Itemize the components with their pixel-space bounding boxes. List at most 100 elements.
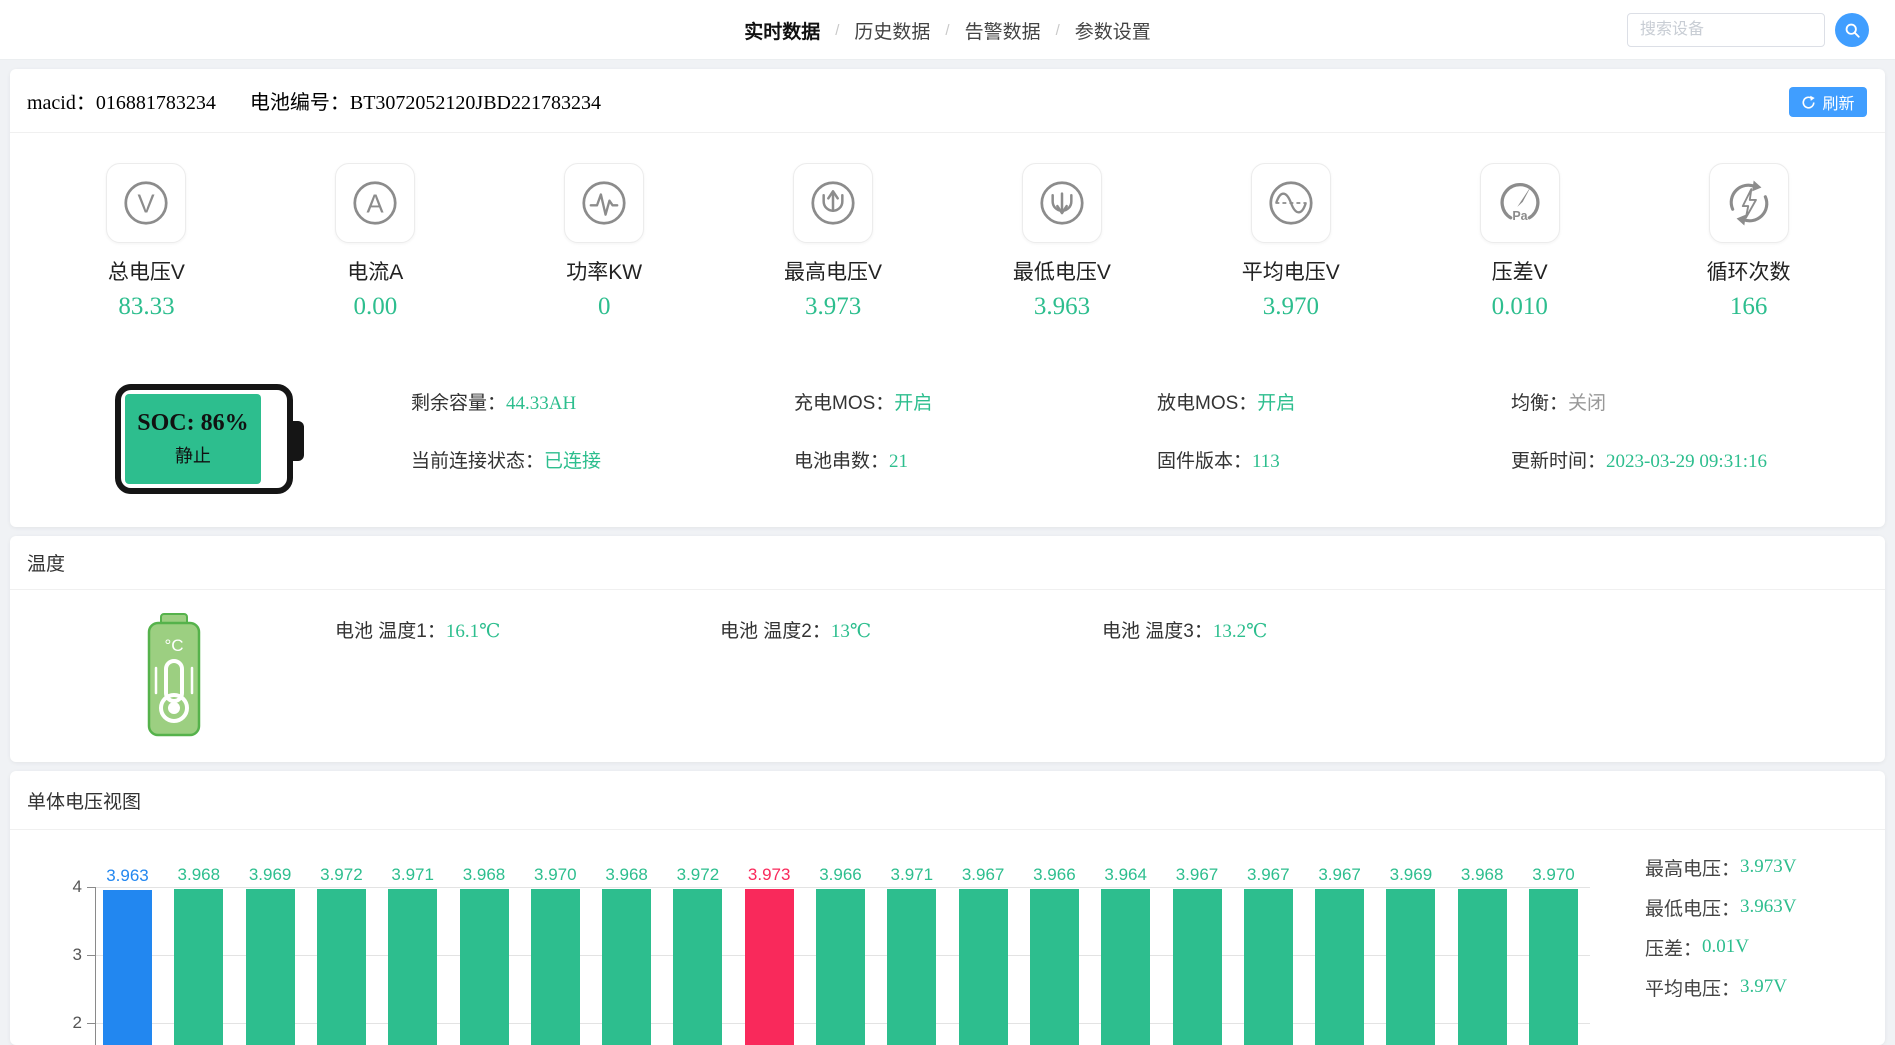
- metric-label: 平均电压V: [1242, 256, 1340, 286]
- cell-voltage-bar[interactable]: [174, 889, 223, 1045]
- cell-voltage-bar[interactable]: [673, 889, 722, 1045]
- cell-voltage-bar-label: 3.968: [591, 865, 663, 885]
- cell-voltage-bar[interactable]: [460, 889, 509, 1045]
- discharge-mos-field: 放电MOS：开启: [1157, 388, 1295, 415]
- cell-voltage-bar[interactable]: [816, 889, 865, 1045]
- cell-voltage-bar-label: 3.972: [305, 865, 377, 885]
- nav-item-realtime-data[interactable]: 实时数据: [744, 17, 820, 44]
- cell-voltage-bar-label: 3.968: [1446, 865, 1518, 885]
- cell-voltage-bar[interactable]: [103, 890, 152, 1045]
- cell-voltage-bar-label: 3.971: [876, 865, 948, 885]
- max-voltage-icon: [793, 163, 873, 243]
- stat-label: 最高电压：: [1645, 854, 1740, 881]
- metric-min-voltage: 最低电压V 3.963: [948, 163, 1177, 321]
- voltage-diff-icon: Pa: [1480, 163, 1560, 243]
- field-value: 开启: [1257, 393, 1295, 414]
- voltage-diff-stat: 压差：0.01V: [1645, 934, 1797, 960]
- device-info-row: macid：016881783234 电池编号：BT3072052120JBD2…: [10, 69, 1885, 133]
- cell-voltage-stats: 最高电压：3.973V 最低电压：3.963V 压差：0.01V 平均电压：3.…: [1645, 854, 1797, 1014]
- cell-voltage-section-title: 单体电压视图: [10, 771, 1885, 830]
- metric-label: 压差V: [1492, 256, 1548, 286]
- main-nav: 实时数据 / 历史数据 / 告警数据 / 参数设置: [0, 0, 1895, 60]
- metric-power: 功率KW 0: [490, 163, 719, 321]
- cell-voltage-bar[interactable]: [1458, 889, 1507, 1045]
- cell-voltage-bar[interactable]: [1315, 889, 1364, 1045]
- cell-voltage-bar[interactable]: [745, 889, 794, 1045]
- nav-separator: /: [835, 22, 839, 39]
- metric-label: 最高电压V: [784, 256, 882, 286]
- cell-voltage-bar[interactable]: [1173, 889, 1222, 1045]
- cell-voltage-bar[interactable]: [246, 889, 295, 1045]
- field-value: 44.33AH: [506, 393, 576, 414]
- soc-battery-fill: SOC: 86% 静止: [125, 394, 261, 484]
- soc-text: SOC: 86%: [137, 410, 248, 437]
- remaining-capacity-field: 剩余容量：44.33AH: [411, 388, 576, 415]
- cell-voltage-bar-label: 3.967: [1232, 865, 1304, 885]
- nav-item-history-data[interactable]: 历史数据: [854, 17, 930, 44]
- y-axis-label: 3: [48, 945, 82, 965]
- cell-voltage-bar[interactable]: [1030, 889, 1079, 1045]
- stat-label: 最低电压：: [1645, 894, 1740, 921]
- cell-voltage-bar[interactable]: [1529, 889, 1578, 1045]
- top-nav-bar: 实时数据 / 历史数据 / 告警数据 / 参数设置: [0, 0, 1895, 60]
- stat-label: 平均电压：: [1645, 974, 1740, 1001]
- cell-voltage-bar-label: 3.964: [1090, 865, 1162, 885]
- cell-voltage-bar-label: 3.972: [662, 865, 734, 885]
- metric-value: 0: [598, 293, 611, 321]
- cell-voltage-bar-label: 3.970: [1518, 865, 1590, 885]
- battery-cap: [291, 421, 304, 461]
- temperature-section-title: 温度: [10, 536, 1885, 590]
- stat-label: 压差：: [1645, 934, 1702, 961]
- refresh-button[interactable]: 刷新: [1789, 87, 1867, 117]
- field-label: 均衡：: [1511, 393, 1568, 414]
- metrics-row: V 总电压V 83.33 A 电流A 0.00 功率K: [10, 133, 1885, 321]
- metric-label: 最低电压V: [1013, 256, 1111, 286]
- cell-voltage-bar-label: 3.968: [163, 865, 235, 885]
- nav-item-parameter-settings[interactable]: 参数设置: [1075, 17, 1151, 44]
- cell-voltage-bar-label: 3.966: [805, 865, 877, 885]
- field-label: 充电MOS：: [794, 393, 894, 414]
- field-label: 更新时间：: [1511, 451, 1606, 472]
- metric-voltage-diff: Pa 压差V 0.010: [1405, 163, 1634, 321]
- field-label: 放电MOS：: [1157, 393, 1257, 414]
- y-axis-label: 2: [48, 1013, 82, 1033]
- battery-no-label: 电池编号：: [250, 92, 350, 114]
- temperature-content: °C 电池 温度1：16.1℃ 电池 温度2：13℃ 电池 温度3：13.2℃: [10, 590, 1885, 761]
- svg-text:°C: °C: [164, 636, 183, 655]
- cell-voltage-bar-label: 3.966: [1018, 865, 1090, 885]
- current-icon: A: [335, 163, 415, 243]
- cell-voltage-bar[interactable]: [959, 889, 1008, 1045]
- battery-no-field: 电池编号：BT3072052120JBD221783234: [250, 86, 601, 115]
- metric-value: 0.00: [353, 293, 397, 321]
- cell-voltage-bar[interactable]: [887, 889, 936, 1045]
- battery-overview-card: macid：016881783234 电池编号：BT3072052120JBD2…: [10, 69, 1885, 527]
- cell-voltage-bar[interactable]: [317, 889, 366, 1045]
- refresh-icon: [1801, 95, 1816, 110]
- metric-value: 83.33: [118, 293, 174, 321]
- metric-avg-voltage: 平均电压V 3.970: [1176, 163, 1405, 321]
- search-input[interactable]: [1627, 13, 1825, 47]
- cell-voltage-bar[interactable]: [1244, 889, 1293, 1045]
- cycle-count-icon: [1709, 163, 1789, 243]
- nav-separator: /: [1056, 22, 1060, 39]
- field-value: 2023-03-29 09:31:16: [1606, 451, 1767, 472]
- cell-voltage-plot: 最高电压：3.973V 最低电压：3.963V 压差：0.01V 平均电压： 3.…: [10, 830, 1885, 1045]
- search-button[interactable]: [1835, 13, 1869, 47]
- field-label: 剩余容量：: [411, 393, 506, 414]
- stat-value: 0.01V: [1702, 936, 1749, 958]
- metric-current: A 电流A 0.00: [261, 163, 490, 321]
- cell-voltage-bar[interactable]: [602, 889, 651, 1045]
- total-voltage-icon: V: [106, 163, 186, 243]
- cell-voltage-bar[interactable]: [531, 889, 580, 1045]
- cell-voltage-bar[interactable]: [1101, 889, 1150, 1045]
- nav-item-alarm-data[interactable]: 告警数据: [965, 17, 1041, 44]
- nav-separator: /: [945, 22, 949, 39]
- stat-value: 3.973V: [1740, 856, 1796, 878]
- field-value: 开启: [894, 393, 932, 414]
- cell-voltage-bar[interactable]: [1386, 889, 1435, 1045]
- macid-label: macid：: [27, 92, 96, 114]
- cell-voltage-bar[interactable]: [388, 889, 437, 1045]
- min-voltage-stat: 最低电压：3.963V: [1645, 894, 1797, 920]
- macid-value: 016881783234: [96, 92, 216, 114]
- gridline: [95, 887, 1590, 888]
